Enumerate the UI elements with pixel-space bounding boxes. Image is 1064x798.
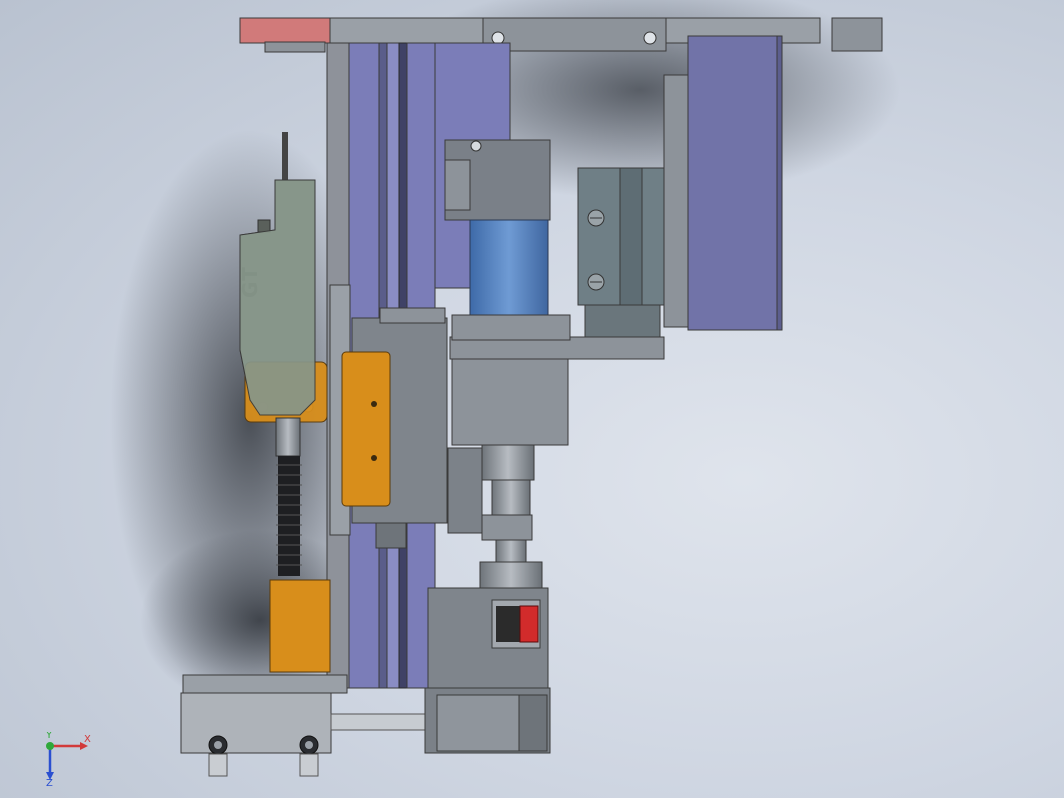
x-axis-label: X: [84, 734, 91, 745]
gearbox: [447, 358, 569, 591]
lower-motor: [424, 587, 551, 754]
lower-orange-block: [269, 579, 331, 673]
axis-triad: X Y Z: [45, 732, 91, 787]
right-plate: [663, 35, 783, 331]
base-plate: [180, 674, 427, 777]
clamp-block: [577, 167, 665, 338]
assembly-model[interactable]: GT: [0, 0, 1064, 798]
z-axis-label: Z: [46, 778, 53, 787]
carriage: [329, 284, 448, 549]
bellows: [276, 456, 302, 576]
y-axis-label: Y: [45, 732, 53, 741]
cad-viewport[interactable]: GT: [0, 0, 1064, 798]
